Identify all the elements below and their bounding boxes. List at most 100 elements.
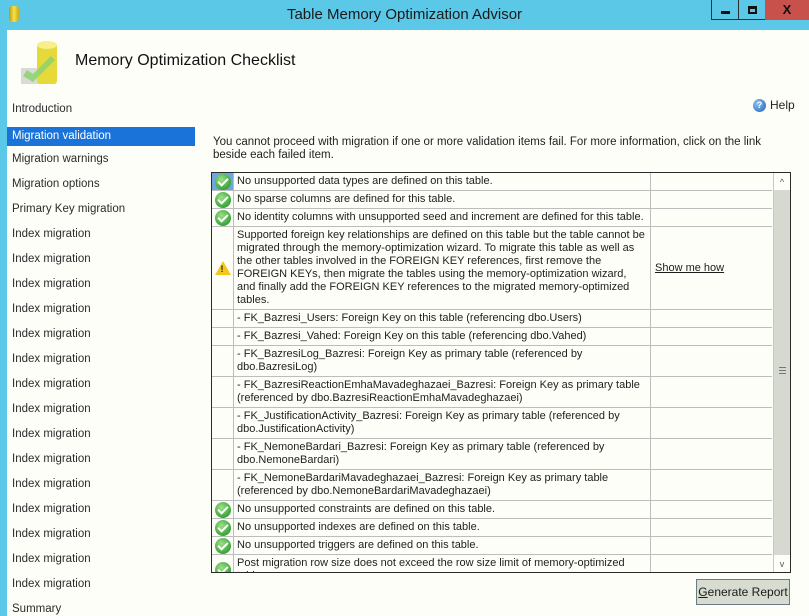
window-title: Table Memory Optimization Advisor — [286, 6, 523, 23]
validation-instructions: You cannot proceed with migration if one… — [213, 136, 762, 161]
validation-message: - FK_BazresiReactionEmhaMavadeghazaei_Ba… — [234, 377, 651, 407]
check-success-icon — [214, 173, 231, 190]
help-link[interactable]: ? Help — [753, 98, 795, 112]
status-cell — [212, 346, 234, 376]
scroll-down-button[interactable]: v — [774, 555, 790, 572]
sidebar-item-index-migration[interactable]: Index migration — [7, 324, 195, 349]
checklist-row[interactable]: Post migration row size does not exceed … — [212, 555, 772, 572]
check-success-icon — [214, 519, 231, 536]
check-success-icon — [214, 501, 231, 518]
scrollbar-thumb[interactable] — [775, 191, 789, 553]
sidebar-item-index-migration[interactable]: Index migration — [7, 299, 195, 324]
validation-message: - FK_NemoneBardariMavadeghazaei_Bazresi:… — [234, 470, 651, 500]
warning-icon: ! — [214, 261, 231, 275]
status-cell — [212, 470, 234, 500]
validation-message: No identity columns with unsupported see… — [234, 209, 651, 226]
sidebar-item-index-migration[interactable]: Index migration — [7, 499, 195, 524]
checklist-row[interactable]: - FK_NemoneBardari_Bazresi: Foreign Key … — [212, 439, 772, 470]
wizard-client-area: Memory Optimization Checklist Introducti… — [7, 30, 809, 616]
sidebar-item-index-migration[interactable]: Index migration — [7, 549, 195, 574]
check-success-icon — [214, 191, 231, 208]
link-cell — [651, 408, 772, 438]
link-cell — [651, 191, 772, 208]
checklist-row[interactable]: - FK_NemoneBardariMavadeghazaei_Bazresi:… — [212, 470, 772, 501]
close-button[interactable]: X — [765, 0, 809, 20]
validation-message: Post migration row size does not exceed … — [234, 555, 651, 572]
link-cell — [651, 209, 772, 226]
status-cell — [212, 501, 234, 518]
grid-rows: No unsupported data types are defined on… — [212, 173, 772, 572]
status-cell — [212, 537, 234, 554]
sidebar-item-summary[interactable]: Summary — [7, 599, 195, 616]
vertical-scrollbar[interactable]: ^ v — [773, 173, 790, 572]
show-me-how-link[interactable]: Show me how — [655, 262, 724, 274]
validation-message: No sparse columns are defined for this t… — [234, 191, 651, 208]
page-title: Memory Optimization Checklist — [75, 52, 296, 69]
sidebar-item-index-migration[interactable]: Index migration — [7, 449, 195, 474]
validation-message: - FK_BazresiLog_Bazresi: Foreign Key as … — [234, 346, 651, 376]
maximize-icon — [747, 5, 757, 14]
validation-message: - FK_Bazresi_Vahed: Foreign Key on this … — [234, 328, 651, 345]
memory-optimization-icon — [21, 41, 57, 84]
status-cell — [212, 328, 234, 345]
checklist-row[interactable]: - FK_BazresiLog_Bazresi: Foreign Key as … — [212, 346, 772, 377]
grip-icon — [779, 367, 786, 375]
link-cell — [651, 519, 772, 536]
check-success-icon — [214, 537, 231, 554]
link-cell — [651, 555, 772, 572]
maximize-button[interactable] — [738, 0, 766, 20]
checklist-row[interactable]: No identity columns with unsupported see… — [212, 209, 772, 227]
sidebar-item-migration-warnings[interactable]: Migration warnings — [7, 149, 195, 174]
sidebar-item-index-migration[interactable]: Index migration — [7, 349, 195, 374]
button-label: enerate Report — [707, 585, 788, 599]
sidebar-item-migration-validation[interactable]: Migration validation — [7, 127, 195, 146]
status-cell — [212, 173, 234, 190]
sidebar-item-primary-key-migration[interactable]: Primary Key migration — [7, 199, 195, 224]
help-label: Help — [770, 98, 795, 112]
checklist-row[interactable]: No unsupported constraints are defined o… — [212, 501, 772, 519]
sidebar-item-index-migration[interactable]: Index migration — [7, 249, 195, 274]
sidebar-item-introduction[interactable]: Introduction — [7, 99, 195, 124]
minimize-icon — [720, 11, 730, 14]
status-cell — [212, 191, 234, 208]
sidebar-item-index-migration[interactable]: Index migration — [7, 474, 195, 499]
check-success-icon — [214, 209, 231, 226]
sidebar-item-index-migration[interactable]: Index migration — [7, 274, 195, 299]
chevron-up-icon: ^ — [779, 176, 785, 187]
sidebar-item-index-migration[interactable]: Index migration — [7, 574, 195, 599]
help-icon: ? — [753, 98, 766, 112]
link-cell — [651, 537, 772, 554]
link-cell — [651, 328, 772, 345]
minimize-button[interactable] — [711, 0, 739, 20]
generate-report-button[interactable]: Generate Report — [696, 579, 790, 605]
status-cell — [212, 439, 234, 469]
validation-message: No unsupported indexes are defined on th… — [234, 519, 651, 536]
checklist-row[interactable]: No unsupported data types are defined on… — [212, 173, 772, 191]
status-cell — [212, 310, 234, 327]
check-success-icon — [214, 562, 231, 572]
sidebar-item-index-migration[interactable]: Index migration — [7, 399, 195, 424]
checklist-row[interactable]: ! Supported foreign key relationships are… — [212, 227, 772, 310]
mnemonic-letter: G — [698, 585, 708, 599]
link-cell: Show me how — [651, 227, 772, 309]
checklist-row[interactable]: - FK_Bazresi_Vahed: Foreign Key on this … — [212, 328, 772, 346]
status-cell — [212, 519, 234, 536]
sidebar-item-index-migration[interactable]: Index migration — [7, 524, 195, 549]
sidebar-item-index-migration[interactable]: Index migration — [7, 224, 195, 249]
checklist-row[interactable]: No sparse columns are defined for this t… — [212, 191, 772, 209]
checklist-row[interactable]: No unsupported triggers are defined on t… — [212, 537, 772, 555]
link-cell — [651, 501, 772, 518]
sidebar-item-migration-options[interactable]: Migration options — [7, 174, 195, 199]
validation-message: - FK_JustificationActivity_Bazresi: Fore… — [234, 408, 651, 438]
link-cell — [651, 470, 772, 500]
status-cell — [212, 408, 234, 438]
scroll-up-button[interactable]: ^ — [774, 173, 790, 190]
link-cell — [651, 439, 772, 469]
sidebar-item-index-migration[interactable]: Index migration — [7, 374, 195, 399]
status-cell — [212, 209, 234, 226]
checklist-row[interactable]: - FK_Bazresi_Users: Foreign Key on this … — [212, 310, 772, 328]
checklist-row[interactable]: No unsupported indexes are defined on th… — [212, 519, 772, 537]
checklist-row[interactable]: - FK_JustificationActivity_Bazresi: Fore… — [212, 408, 772, 439]
checklist-row[interactable]: - FK_BazresiReactionEmhaMavadeghazaei_Ba… — [212, 377, 772, 408]
sidebar-item-index-migration[interactable]: Index migration — [7, 424, 195, 449]
